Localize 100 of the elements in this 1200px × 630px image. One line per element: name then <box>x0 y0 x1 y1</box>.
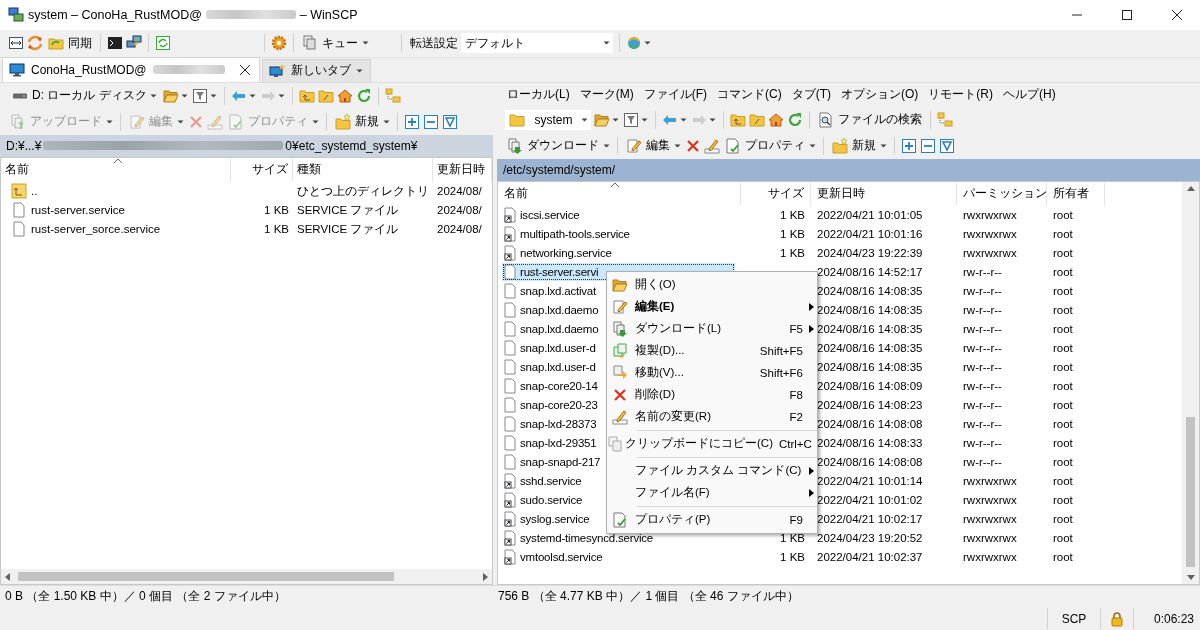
file-date: 2024/08/ <box>437 204 482 217</box>
file-name: rust-server_sorce.service <box>31 223 161 236</box>
file-date: 2024/04/23 19:22:39 <box>817 247 923 260</box>
file-name: snap-lxd-29351 <box>520 437 597 450</box>
file-permissions: rwxrwxrwx <box>963 494 1017 507</box>
shortcut-text: F5 <box>788 322 804 335</box>
file-owner: root <box>1053 437 1073 450</box>
file-name: rust-server.servi <box>520 266 599 279</box>
path-text: /etc/systemd/system/ <box>503 162 616 177</box>
file-owner: root <box>1053 323 1073 336</box>
file-permissions: rwxrwxrwx <box>963 513 1017 526</box>
file-permissions: rw-r--r-- <box>963 342 1002 355</box>
shortcut-text: Ctrl+C <box>777 437 813 450</box>
file-date: 2024/08/16 14:08:08 <box>817 418 923 431</box>
file-date: 2024/08/16 14:08:23 <box>817 399 923 412</box>
transfer-settings-label: 転送設定 <box>410 34 458 52</box>
file-permissions: rwxrwxrwx <box>963 209 1017 222</box>
tab-label: ConoHa_RustMOD@ <box>31 62 147 77</box>
file-permissions: rw-r--r-- <box>963 304 1002 317</box>
file-date: 2024/08/16 14:08:09 <box>817 380 923 393</box>
file-size: 1 KB <box>780 551 805 564</box>
file-date: 2024/08/16 14:08:35 <box>817 304 923 317</box>
file-name: snap-snapd-217 <box>520 456 601 469</box>
file-date: 2024/08/ <box>437 223 482 236</box>
file-date: 2022/04/21 10:02:37 <box>817 551 923 564</box>
file-date: 2022/04/21 10:01:14 <box>817 475 923 488</box>
window-title: – WinSCP <box>299 7 358 22</box>
path-text: 0¥etc_systemd_system¥ <box>285 138 418 153</box>
file-permissions: rw-r--r-- <box>963 361 1002 374</box>
path-text: D:¥...¥ <box>6 138 42 153</box>
file-name: .. <box>31 185 38 198</box>
file-date: 2024/04/23 19:20:52 <box>817 532 923 545</box>
file-permissions: rw-r--r-- <box>963 456 1002 469</box>
file-permissions: rwxrwxrwx <box>963 532 1017 545</box>
status-text: 756 B （全 4.77 KB 中）／ 1 個目 （全 46 ファイル中） <box>498 588 799 606</box>
file-name: sshd.service <box>520 475 582 488</box>
file-name: syslog.service <box>520 513 590 526</box>
file-permissions: rw-r--r-- <box>963 418 1002 431</box>
file-date: 2024/08/16 14:08:35 <box>817 342 923 355</box>
file-permissions: rw-r--r-- <box>963 323 1002 336</box>
file-owner: root <box>1053 399 1073 412</box>
file-size: 1 KB <box>780 209 805 222</box>
file-permissions: rwxrwxrwx <box>963 228 1017 241</box>
file-permissions: rw-r--r-- <box>963 285 1002 298</box>
file-name: iscsi.service <box>520 209 580 222</box>
file-name: sudo.service <box>520 494 583 507</box>
file-date: 2022/04/21 10:01:05 <box>817 209 923 222</box>
file-name: snap.lxd.activat <box>520 285 597 298</box>
file-owner: root <box>1053 475 1073 488</box>
file-name: rust-server.service <box>31 204 125 217</box>
tab-label: 新しいタブ <box>290 62 351 80</box>
file-date: 2024/08/16 14:08:35 <box>817 285 923 298</box>
file-name: snap.lxd.user-d <box>520 361 596 374</box>
file-owner: root <box>1053 551 1073 564</box>
file-date: 2024/08/ <box>437 185 482 198</box>
file-size: 1 KB <box>264 223 289 236</box>
file-date: 2022/04/21 10:01:02 <box>817 494 923 507</box>
file-size: 1 KB <box>780 247 805 260</box>
file-permissions: rwxrwxrwx <box>963 247 1017 260</box>
file-name: vmtoolsd.service <box>520 551 603 564</box>
file-owner: root <box>1053 513 1073 526</box>
file-owner: root <box>1053 285 1073 298</box>
file-permissions: rwxrwxrwx <box>963 475 1017 488</box>
protocol-text: SCP <box>1047 608 1100 630</box>
file-name: snap-core20-23 <box>520 399 598 412</box>
shortcut-text: Shift+F5 <box>758 344 804 357</box>
file-owner: root <box>1053 209 1073 222</box>
file-date: 2024/08/16 14:08:08 <box>817 456 923 469</box>
shortcut-text: F9 <box>788 513 804 526</box>
file-owner: root <box>1053 247 1073 260</box>
file-owner: root <box>1053 456 1073 469</box>
file-owner: root <box>1053 266 1073 279</box>
file-owner: root <box>1053 304 1073 317</box>
file-name: snap-core20-14 <box>520 380 598 393</box>
file-permissions: rw-r--r-- <box>963 437 1002 450</box>
elapsed-time: 0:06:23 <box>1133 608 1200 630</box>
shortcut-text: F2 <box>788 410 804 423</box>
file-name: snap.lxd.daemo <box>520 323 599 336</box>
file-date: 2024/08/16 14:52:17 <box>817 266 923 279</box>
file-date: 2022/04/21 10:01:16 <box>817 228 923 241</box>
file-permissions: rw-r--r-- <box>963 266 1002 279</box>
file-name: snap.lxd.user-d <box>520 342 596 355</box>
file-date: 2024/08/16 14:08:33 <box>817 437 923 450</box>
file-owner: root <box>1053 494 1073 507</box>
file-type: SERVICE ファイル <box>297 221 399 237</box>
file-owner: root <box>1053 380 1073 393</box>
window-title: system – ConoHa_RustMOD@ <box>28 7 202 22</box>
file-name: snap.lxd.daemo <box>520 304 599 317</box>
file-owner: root <box>1053 532 1073 545</box>
shortcut-text: Shift+F6 <box>758 366 804 379</box>
file-name: systemd-timesyncd.service <box>520 532 654 545</box>
file-owner: root <box>1053 228 1073 241</box>
file-permissions: rw-r--r-- <box>963 380 1002 393</box>
file-permissions: rw-r--r-- <box>963 399 1002 412</box>
status-text: 0 B （全 1.50 KB 中）／ 0 個目 （全 2 ファイル中） <box>5 588 287 606</box>
file-owner: root <box>1053 342 1073 355</box>
file-permissions: rwxrwxrwx <box>963 551 1017 564</box>
file-date: 2024/08/16 14:08:35 <box>817 323 923 336</box>
file-size: 1 KB <box>264 204 289 217</box>
file-name: snap-lxd-28373 <box>520 418 597 431</box>
